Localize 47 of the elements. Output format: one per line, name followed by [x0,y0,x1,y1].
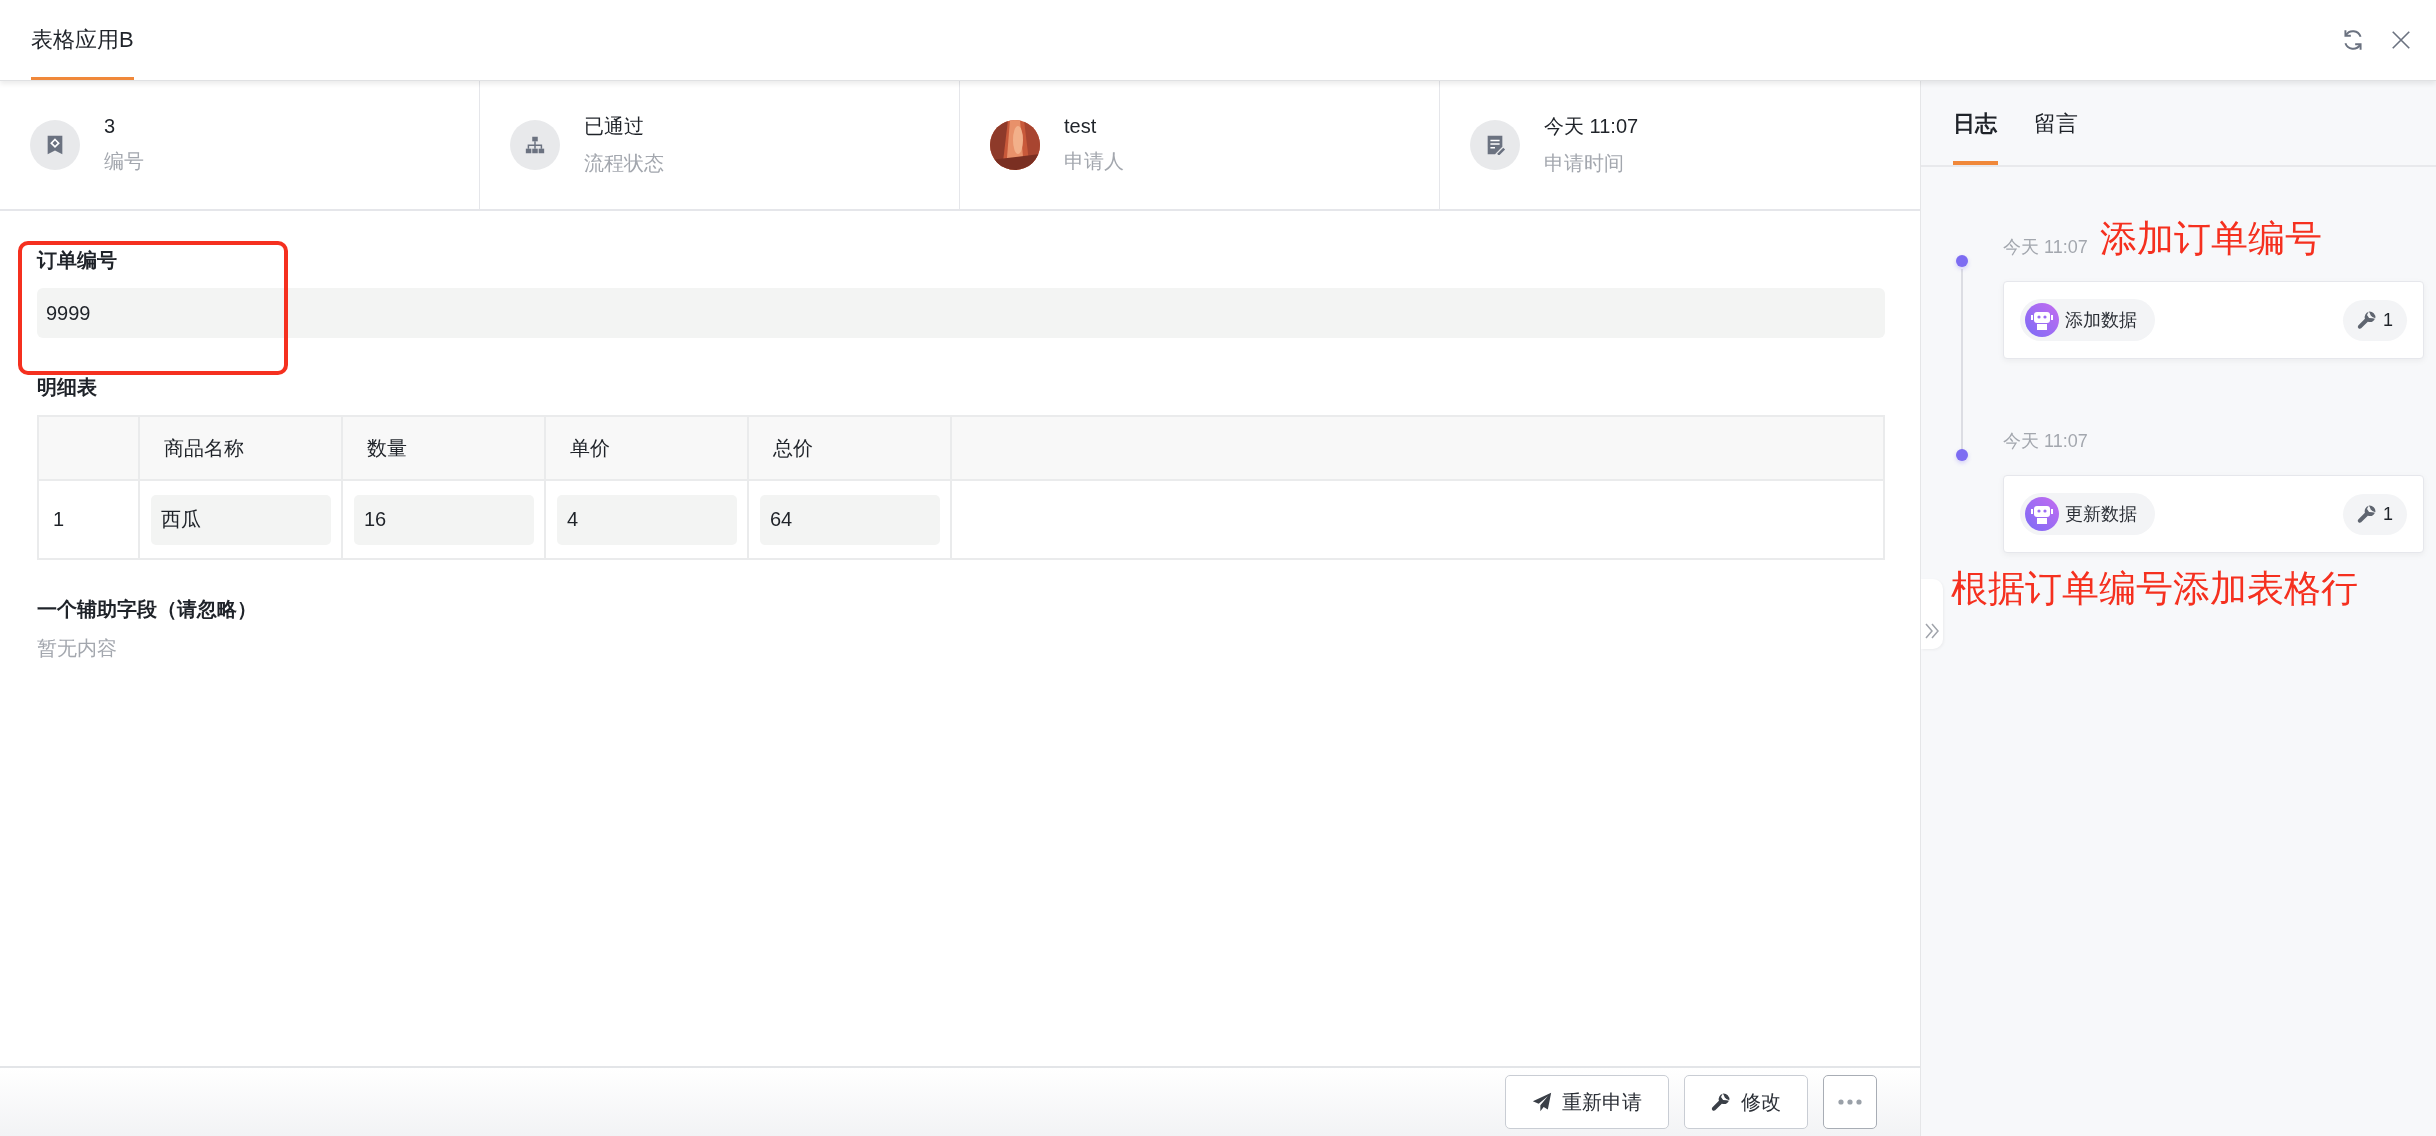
log-time: 今天 11:07 [2003,430,2088,453]
panel-tab[interactable]: 留言 [2034,81,2079,165]
close-icon[interactable] [2390,29,2412,51]
column-header: 总价 [748,416,951,480]
wrench-icon [2357,504,2377,524]
info-label: 编号 [104,149,144,174]
cell-field[interactable]: 4 [557,494,737,545]
robot-icon [2025,497,2059,531]
wrench-icon [2357,310,2377,330]
column-header: 商品名称 [139,416,342,480]
panel-tab[interactable]: 日志 [1953,81,1998,165]
empty-text: 暂无内容 [37,636,118,661]
timeline-dot [1956,255,1968,267]
row-number: 1 [38,480,139,559]
field-label: 一个辅助字段（请忽略） [37,597,258,622]
resubmit-button[interactable]: 重新申请 [1505,1075,1669,1129]
annotation-text: 添加订单编号 [2099,216,2322,261]
edit-button[interactable]: 修改 [1684,1075,1808,1129]
info-label: 申请时间 [1544,151,1625,176]
count-badge: 1 [2343,493,2407,535]
title-tab[interactable]: 表格应用B [31,0,134,80]
annotation-text: 根据订单编号添加表格行 [1951,567,2359,611]
double-chevron-icon [1924,621,1940,641]
order-number-field[interactable]: 9999 [37,288,1885,338]
robot-icon [2025,303,2059,337]
table-title: 明细表 [37,375,98,400]
more-icon [1838,1099,1862,1105]
paper-plane-icon [1532,1092,1552,1112]
info-label: 流程状态 [584,151,664,176]
action-chip[interactable]: 添加数据 [2020,299,2155,341]
log-time: 今天 11:07 [2003,236,2088,259]
wrench-icon [1711,1092,1731,1112]
timeline-dot [1956,449,1968,461]
action-chip[interactable]: 更新数据 [2020,493,2155,535]
cell-field[interactable]: 西瓜 [151,494,331,545]
info-value: test [1064,115,1098,138]
column-header: 单价 [545,416,748,480]
cell-field[interactable]: 16 [354,494,534,545]
field-label: 订单编号 [37,248,118,273]
info-value: 3 [104,115,117,138]
cell-field[interactable]: 64 [760,494,940,545]
info-label: 申请人 [1064,149,1124,174]
count-badge: 1 [2343,299,2407,341]
hierarchy-icon [524,134,546,156]
info-value: 已通过 [584,114,645,139]
info-value: 今天 11:07 [1544,114,1639,139]
column-header: 数量 [342,416,545,480]
